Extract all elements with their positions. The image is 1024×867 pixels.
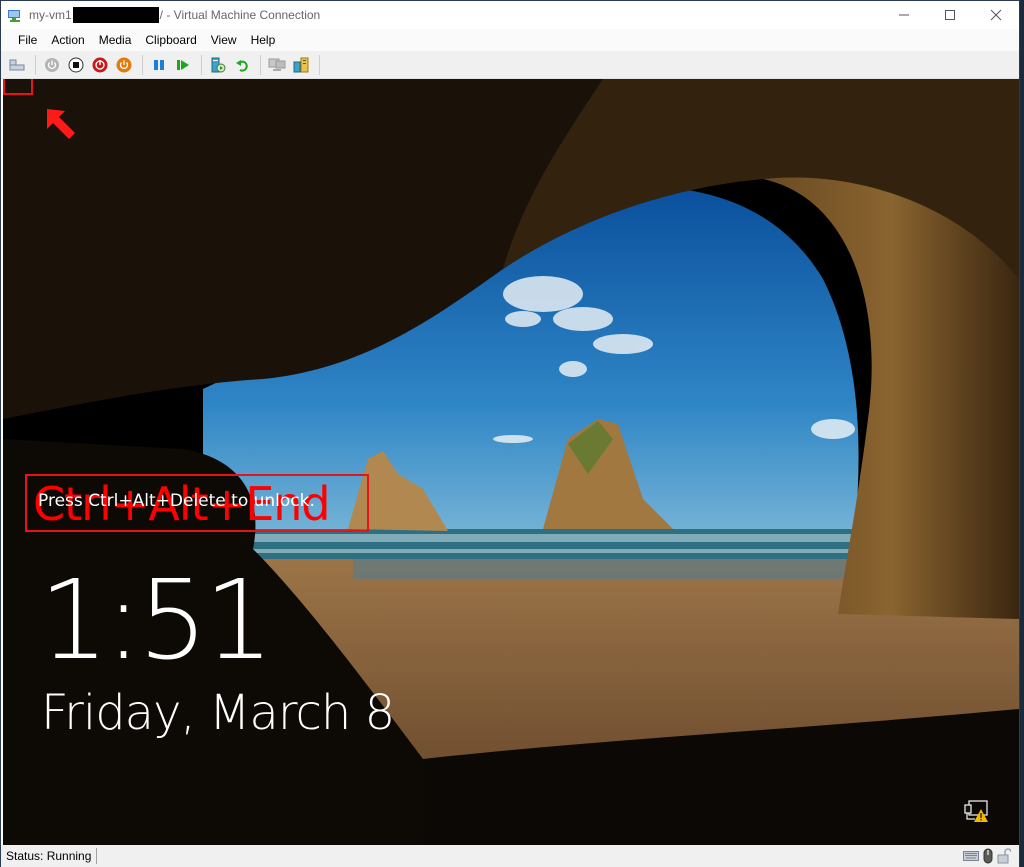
window-title-prefix: my-vm1 — [29, 8, 72, 22]
save-button[interactable] — [113, 54, 135, 76]
shut-down-icon — [92, 57, 108, 72]
menu-clipboard[interactable]: Clipboard — [138, 33, 203, 47]
enhanced-session-icon — [268, 58, 286, 71]
close-icon — [990, 9, 1002, 21]
close-button[interactable] — [973, 1, 1019, 29]
pause-button[interactable] — [148, 54, 170, 76]
annotation-highlight-toolbar — [3, 79, 33, 95]
status-bar: Status: Running — [1, 845, 1019, 867]
menu-help[interactable]: Help — [244, 33, 283, 47]
turn-off-button[interactable] — [65, 54, 87, 76]
ctrl-alt-del-button[interactable] — [6, 54, 28, 76]
checkpoint-button[interactable] — [207, 54, 229, 76]
revert-button[interactable] — [231, 54, 253, 76]
menu-action[interactable]: Action — [44, 33, 91, 47]
network-warning-icon[interactable] — [963, 799, 989, 823]
reset-button[interactable] — [172, 54, 194, 76]
turn-off-icon — [68, 57, 84, 72]
menu-view[interactable]: View — [204, 33, 244, 47]
unlock-message: Press Ctrl+Alt+Delete to unlock. — [38, 491, 315, 511]
toolbar — [1, 51, 1019, 79]
share-icon — [293, 57, 309, 72]
save-state-icon — [116, 57, 132, 72]
toolbar-separator — [201, 54, 202, 75]
checkpoint-icon — [211, 57, 226, 72]
maximize-icon — [945, 10, 955, 20]
lock-screen-time: 1:51 — [39, 556, 274, 684]
start-icon — [45, 57, 59, 72]
toolbar-separator — [142, 54, 143, 75]
minimize-icon — [899, 14, 909, 16]
window-controls — [881, 1, 1019, 29]
toolbar-separator — [260, 54, 261, 75]
redacted-region — [72, 7, 159, 23]
pause-icon — [154, 59, 164, 70]
toolbar-separator — [35, 54, 36, 75]
unlock-icon — [997, 848, 1011, 864]
resume-icon — [177, 59, 189, 70]
vm-connection-app-icon — [8, 10, 20, 22]
vm-display[interactable]: Ctrl+Alt+End Press Ctrl+Alt+Delete to un… — [3, 79, 1019, 845]
maximize-button[interactable] — [927, 1, 973, 29]
enhanced-session-button[interactable] — [266, 54, 288, 76]
annotation-arrow-icon — [47, 109, 75, 139]
menu-bar: File Action Media Clipboard View Help — [1, 29, 1019, 51]
mouse-icon — [983, 848, 993, 864]
status-indicators — [963, 848, 1011, 864]
menu-media[interactable]: Media — [92, 33, 139, 47]
lock-screen-date: Friday, March 8 — [41, 685, 395, 741]
revert-icon — [236, 59, 248, 72]
title-bar: my-vm1 / - Virtual Machine Connection — [1, 1, 1019, 29]
start-button[interactable] — [41, 54, 63, 76]
window-title: my-vm1 / - Virtual Machine Connection — [29, 7, 320, 23]
keyboard-icon — [963, 851, 979, 861]
toolbar-separator — [319, 54, 320, 75]
menu-file[interactable]: File — [11, 33, 44, 47]
vm-status-text: Status: Running — [1, 848, 98, 864]
shut-down-button[interactable] — [89, 54, 111, 76]
ctrl-alt-del-icon — [9, 59, 25, 70]
minimize-button[interactable] — [881, 1, 927, 29]
window-title-suffix: / - Virtual Machine Connection — [159, 8, 321, 22]
vm-connection-window: my-vm1 / - Virtual Machine Connection Fi… — [0, 0, 1020, 867]
share-button[interactable] — [290, 54, 312, 76]
